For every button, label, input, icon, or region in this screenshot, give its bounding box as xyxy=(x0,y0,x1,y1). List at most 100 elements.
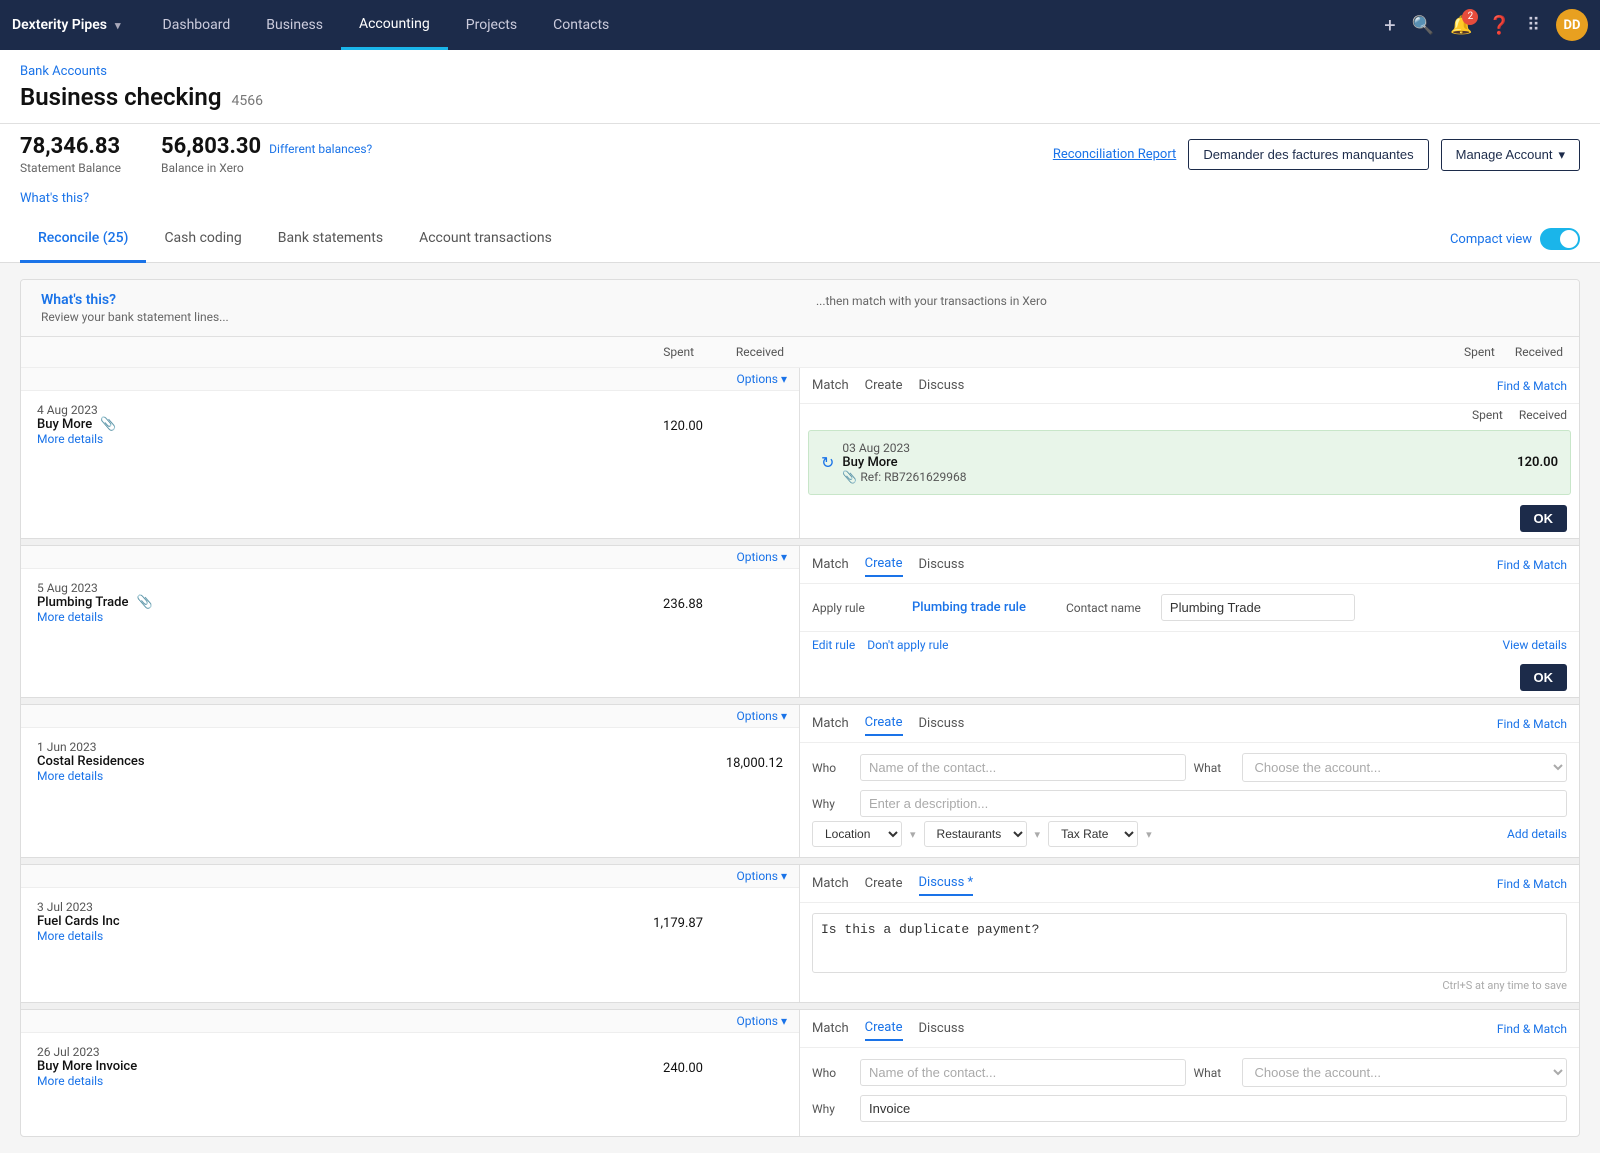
left-col-headers: Spent Received xyxy=(21,337,800,368)
tx5-tab-create[interactable]: Create xyxy=(865,1016,903,1041)
compact-view-label: Compact view xyxy=(1450,232,1532,247)
apps-icon[interactable]: ⠿ xyxy=(1527,15,1540,36)
tx3-tax-rate-select[interactable]: Tax Rate xyxy=(1048,821,1138,847)
manage-dropdown-icon: ▾ xyxy=(1558,147,1565,163)
tx2-rule-label: Apply rule xyxy=(812,601,892,615)
statement-balance: 78,346.83 Statement Balance xyxy=(20,134,121,175)
tx3-add-details[interactable]: Add details xyxy=(1507,827,1567,841)
tx5-more-link[interactable]: More details xyxy=(37,1074,623,1088)
tx2-dont-apply[interactable]: Don't apply rule xyxy=(867,638,948,652)
tx5-received xyxy=(719,1033,799,1103)
separator-3 xyxy=(21,857,1579,865)
tx3-restaurant-select[interactable]: Restaurants xyxy=(924,821,1027,847)
tx2-rule-row: Apply rule Plumbing trade rule Contact n… xyxy=(812,594,1567,621)
tx4-options-btn[interactable]: Options ▾ xyxy=(736,869,787,883)
tx1-tab-match[interactable]: Match xyxy=(812,374,849,397)
tx2-ok-button[interactable]: OK xyxy=(1520,664,1568,691)
tx4-spent: 1,179.87 xyxy=(637,888,719,958)
tx5-find-match[interactable]: Find & Match xyxy=(1497,1022,1567,1036)
reconciliation-report-link[interactable]: Reconciliation Report xyxy=(1053,147,1177,162)
factures-button[interactable]: Demander des factures manquantes xyxy=(1188,139,1428,170)
tx1-tab-create[interactable]: Create xyxy=(865,374,903,397)
compact-view-toggle[interactable]: Compact view xyxy=(1450,228,1580,250)
tx4-tab-discuss[interactable]: Discuss * xyxy=(919,871,974,896)
tx3-tab-match[interactable]: Match xyxy=(812,712,849,735)
tx5-options-btn[interactable]: Options ▾ xyxy=(736,1014,787,1028)
tx3-options-btn[interactable]: Options ▾ xyxy=(736,709,787,723)
compact-toggle-switch[interactable] xyxy=(1540,228,1580,250)
tx1-find-match[interactable]: Find & Match xyxy=(1497,379,1567,393)
tx1-options-btn[interactable]: Options ▾ xyxy=(736,372,787,386)
brand-name: Dexterity Pipes xyxy=(12,17,107,33)
notification-icon[interactable]: 🔔 2 xyxy=(1450,15,1472,36)
tx5-date: 26 Jul 2023 xyxy=(37,1045,623,1059)
tx3-why-input[interactable] xyxy=(860,790,1567,817)
tx5-why-input[interactable] xyxy=(860,1095,1567,1122)
tx5-who-input[interactable] xyxy=(860,1059,1186,1086)
tx4-find-match[interactable]: Find & Match xyxy=(1497,877,1567,891)
nav-dashboard[interactable]: Dashboard xyxy=(145,0,249,50)
tx2-options-btn[interactable]: Options ▾ xyxy=(736,550,787,564)
tx1-ok-button[interactable]: OK xyxy=(1520,505,1568,532)
tab-cash-coding[interactable]: Cash coding xyxy=(146,216,259,263)
tx5-what-select[interactable]: Choose the account... xyxy=(1242,1058,1568,1087)
add-icon[interactable]: + xyxy=(1384,13,1395,37)
tx2-rule-actions: Edit rule Don't apply rule View details xyxy=(800,632,1579,658)
user-avatar[interactable]: DD xyxy=(1556,9,1588,41)
tx1-matched-ref: 📎 Ref: RB7261629968 xyxy=(842,470,1488,484)
nav-business[interactable]: Business xyxy=(248,0,341,50)
tx2-tab-discuss[interactable]: Discuss xyxy=(919,553,965,576)
tx4-tab-create[interactable]: Create xyxy=(865,872,903,895)
tx5-tab-match[interactable]: Match xyxy=(812,1017,849,1040)
tx4-tab-match[interactable]: Match xyxy=(812,872,849,895)
nav-projects[interactable]: Projects xyxy=(448,0,535,50)
tx2-view-details[interactable]: View details xyxy=(1502,638,1567,652)
tx4-match-tabs: Match Create Discuss * Find & Match xyxy=(800,865,1579,903)
tx3-what-select[interactable]: Choose the account... xyxy=(1242,753,1568,782)
nav-contacts[interactable]: Contacts xyxy=(535,0,627,50)
tx4-received xyxy=(719,888,799,958)
tab-bank-statements[interactable]: Bank statements xyxy=(260,216,401,263)
search-icon[interactable]: 🔍 xyxy=(1412,15,1434,36)
tx1-tab-discuss[interactable]: Discuss xyxy=(919,374,965,397)
tx3-find-match[interactable]: Find & Match xyxy=(1497,717,1567,731)
tx2-find-match[interactable]: Find & Match xyxy=(1497,558,1567,572)
tx4-more-link[interactable]: More details xyxy=(37,929,621,943)
tx5-tab-discuss[interactable]: Discuss xyxy=(919,1017,965,1040)
tx1-row: 4 Aug 2023 Buy More 📎 More details 120.0… xyxy=(21,391,799,461)
manage-account-button[interactable]: Manage Account ▾ xyxy=(1441,139,1580,171)
nav-accounting[interactable]: Accounting xyxy=(341,0,448,50)
tx3-tab-create[interactable]: Create xyxy=(865,711,903,736)
brand-logo[interactable]: Dexterity Pipes ▾ xyxy=(12,17,145,33)
tab-reconcile[interactable]: Reconcile (25) xyxy=(20,216,146,263)
whats-this-link[interactable]: What's this? xyxy=(0,191,1600,216)
tx2-more-link[interactable]: More details xyxy=(37,610,623,624)
tx2-tab-create[interactable]: Create xyxy=(865,552,903,577)
tx3-extra-row: Location ▾ Restaurants ▾ Tax Rate ▾ Add … xyxy=(812,821,1567,847)
tx1-name: Buy More xyxy=(37,417,92,432)
tx3-more-link[interactable]: More details xyxy=(37,769,614,783)
tx2-tab-match[interactable]: Match xyxy=(812,553,849,576)
tx3-tab-discuss[interactable]: Discuss xyxy=(919,712,965,735)
breadcrumb[interactable]: Bank Accounts xyxy=(20,64,1580,79)
tx1-more-link[interactable]: More details xyxy=(37,432,623,446)
help-icon[interactable]: ❓ xyxy=(1488,15,1510,36)
tx1-matched-name: Buy More xyxy=(842,455,1488,470)
tx2-contact-label: Contact name xyxy=(1066,601,1141,615)
separator-4 xyxy=(21,1002,1579,1010)
tx5-match-tabs: Match Create Discuss Find & Match xyxy=(800,1010,1579,1048)
tx3-location-select[interactable]: Location xyxy=(812,821,902,847)
tx4-discuss-textarea[interactable]: Is this a duplicate payment? xyxy=(812,913,1567,973)
tx3-who-input[interactable] xyxy=(860,754,1186,781)
tx2-contact-input[interactable] xyxy=(1161,594,1355,621)
tx2-edit-rule[interactable]: Edit rule xyxy=(812,638,855,652)
tab-account-transactions[interactable]: Account transactions xyxy=(401,216,570,263)
diff-link[interactable]: Different balances? xyxy=(269,142,372,156)
tx2-apply-rule: Apply rule Plumbing trade rule Contact n… xyxy=(800,584,1579,632)
tx2-rule-link[interactable]: Plumbing trade rule xyxy=(912,600,1026,615)
brand-dropdown-arrow[interactable]: ▾ xyxy=(115,19,133,32)
tx1-received xyxy=(719,391,799,461)
tx5-who-row: Who What Choose the account... xyxy=(812,1058,1567,1087)
tx3-create-form: Who What Choose the account... Why Loca xyxy=(800,743,1579,857)
reconcile-header-title[interactable]: What's this? xyxy=(41,292,800,308)
